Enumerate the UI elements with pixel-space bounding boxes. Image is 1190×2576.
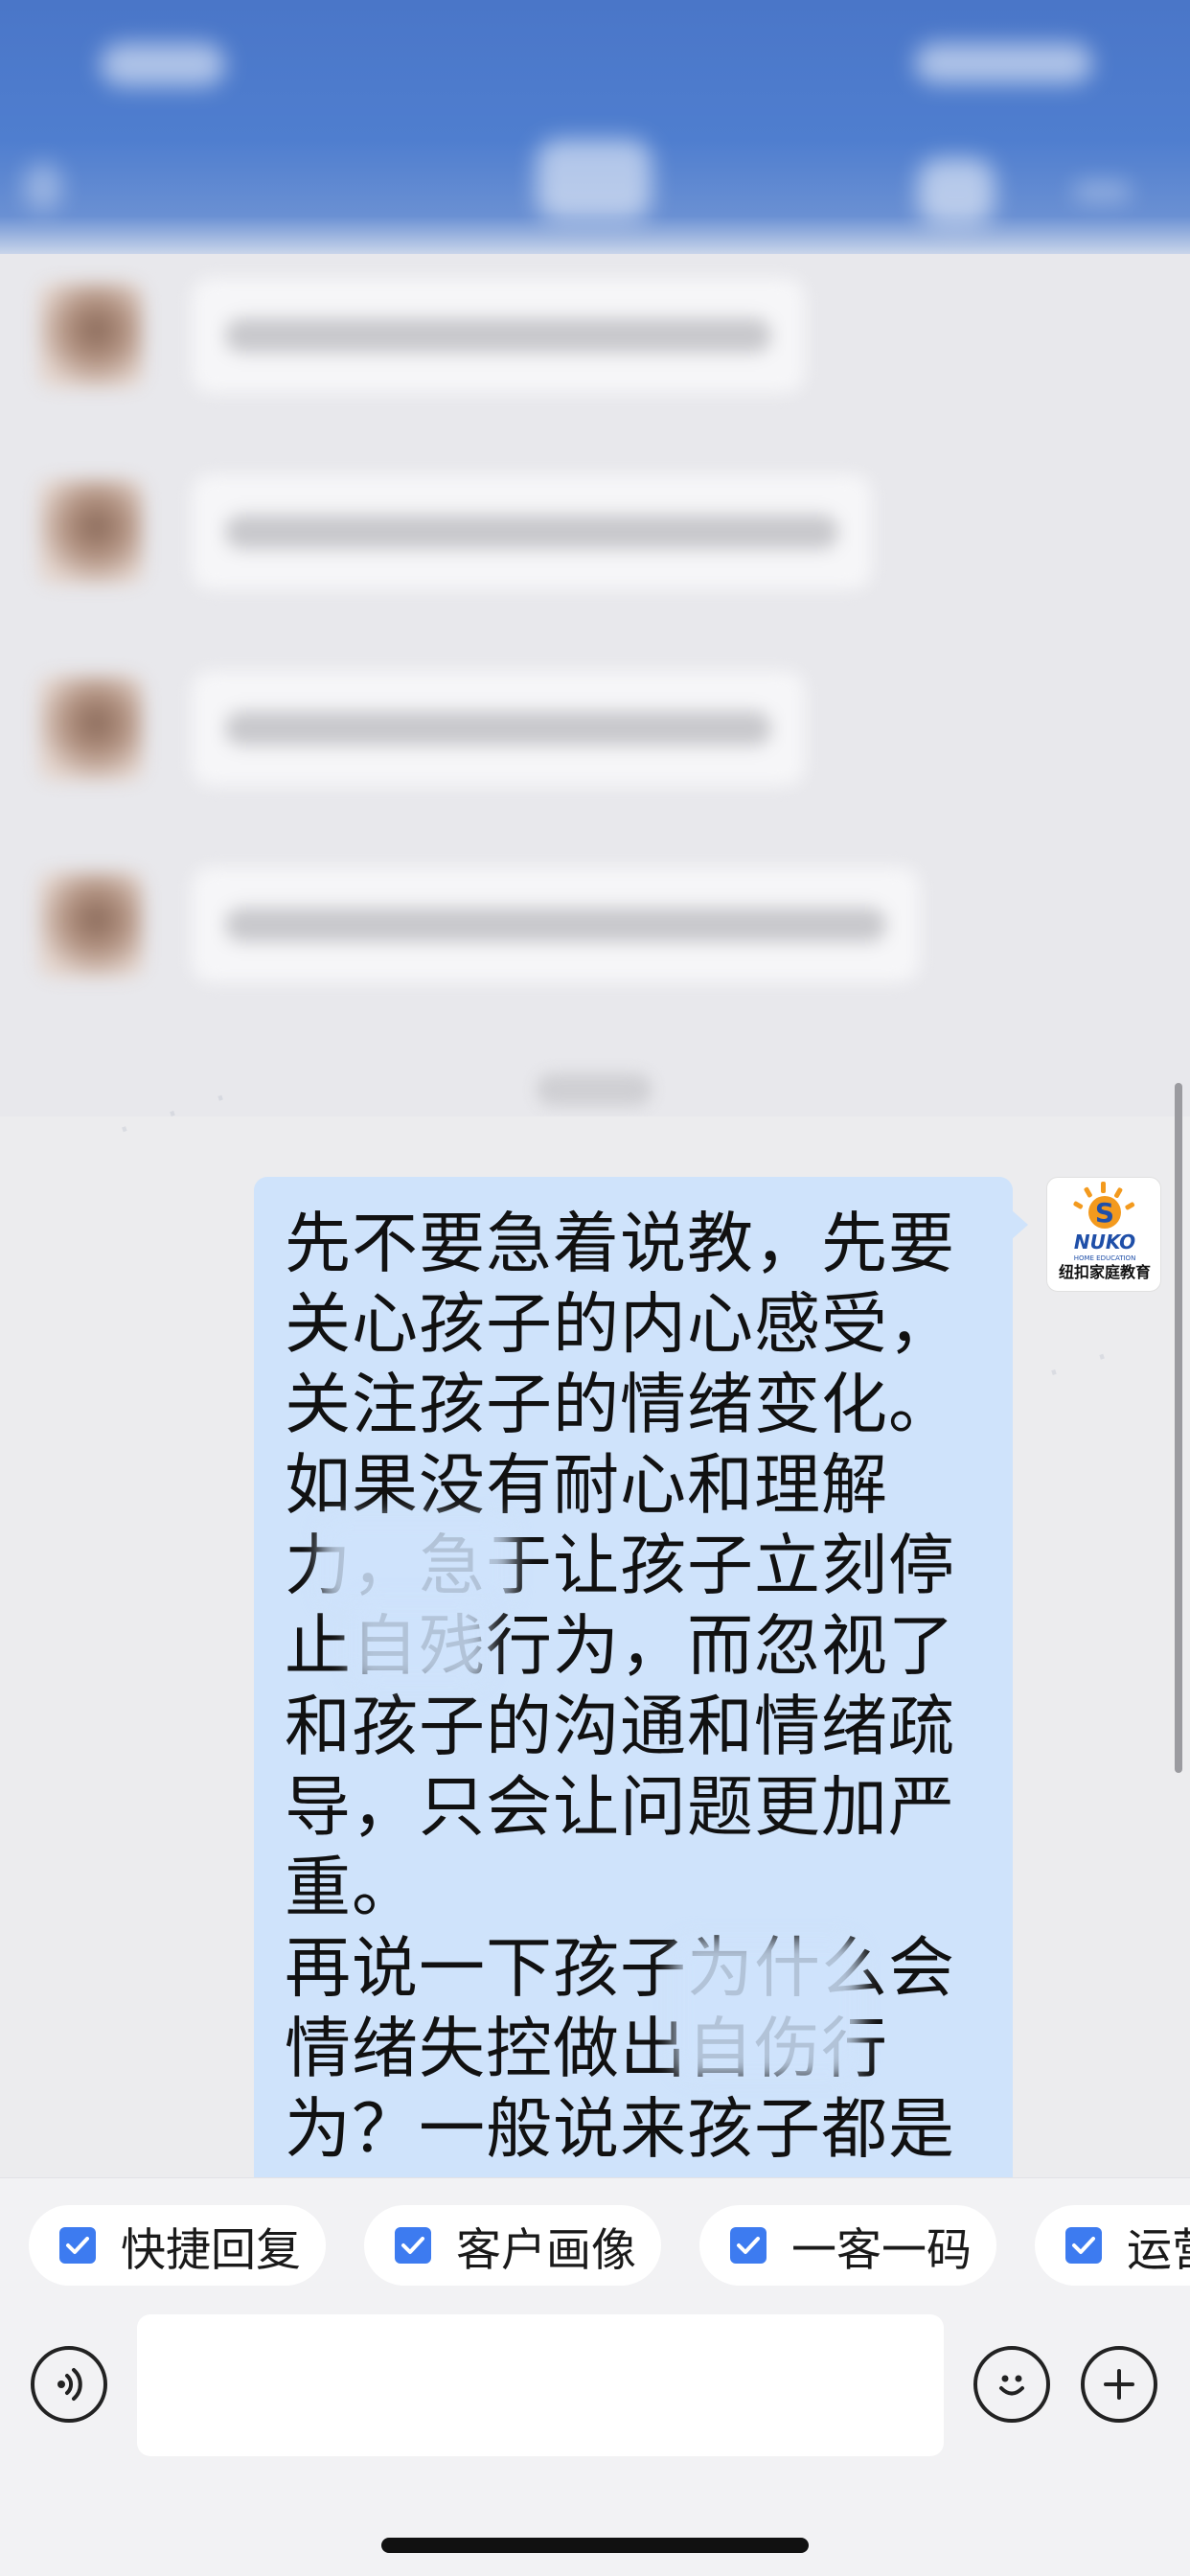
status-icons <box>915 43 1092 83</box>
message-history <box>0 254 1190 1116</box>
svg-text:S: S <box>1095 1197 1114 1229</box>
plus-icon[interactable] <box>1081 2346 1157 2423</box>
list-item <box>0 450 1190 613</box>
scrollbar[interactable] <box>1175 1083 1182 1773</box>
more-icon[interactable] <box>1073 182 1131 201</box>
list-item <box>0 843 1190 1006</box>
check-icon <box>730 2227 767 2264</box>
customer-profile-chip[interactable]: 客户画像 <box>364 2205 661 2286</box>
check-icon <box>59 2227 96 2264</box>
bubble-tail <box>1011 1209 1028 1240</box>
redaction <box>321 1517 513 1608</box>
redaction <box>350 1598 489 1685</box>
back-icon[interactable] <box>24 163 62 211</box>
quick-action-bar: 快捷回复 客户画像 一客一码 运营 <box>29 2205 1190 2286</box>
message-text: 先不要急着说教，先要关心孩子的内心感受， 关注孩子的情绪变化。 如果没有耐心和理… <box>285 1206 955 2168</box>
avatar[interactable] <box>38 283 144 388</box>
status-time <box>101 43 225 86</box>
chat-header <box>0 0 1190 254</box>
svg-text:纽扣家庭教育: 纽扣家庭教育 <box>1059 1263 1151 1281</box>
avatar[interactable]: S NUKO HOME EDUCATION 纽扣家庭教育 <box>1046 1177 1161 1292</box>
avatar[interactable] <box>38 479 144 585</box>
chip-label: 客户画像 <box>456 2223 636 2277</box>
chip-label: 运营 <box>1127 2223 1190 2277</box>
one-customer-one-code-chip[interactable]: 一客一码 <box>699 2205 996 2286</box>
chip-label: 快捷回复 <box>121 2223 301 2277</box>
voice-icon[interactable] <box>31 2346 107 2423</box>
svg-text:HOME EDUCATION: HOME EDUCATION <box>1074 1254 1136 1262</box>
list-item <box>0 647 1190 810</box>
chip-label: 一客一码 <box>791 2223 972 2277</box>
operations-chip[interactable]: 运营 <box>1035 2205 1190 2286</box>
redaction <box>674 1939 860 2078</box>
svg-text:NUKO: NUKO <box>1074 1230 1135 1254</box>
contact-icon[interactable] <box>918 158 995 225</box>
home-indicator[interactable] <box>381 2538 809 2553</box>
list-item <box>0 254 1190 417</box>
quick-reply-chip[interactable]: 快捷回复 <box>29 2205 326 2286</box>
chat-title <box>537 139 652 220</box>
message-bubble[interactable]: 先不要急着说教，先要关心孩子的内心感受， 关注孩子的情绪变化。 如果没有耐心和理… <box>254 1177 1013 2221</box>
timestamp <box>537 1073 652 1106</box>
input-toolbar: 快捷回复 客户画像 一客一码 运营 <box>0 2177 1190 2576</box>
emoji-icon[interactable] <box>973 2346 1050 2423</box>
avatar[interactable] <box>38 676 144 781</box>
check-icon <box>1065 2227 1102 2264</box>
nuko-logo-icon: S NUKO HOME EDUCATION 纽扣家庭教育 <box>1059 1182 1151 1281</box>
avatar[interactable] <box>38 872 144 978</box>
check-icon <box>395 2227 431 2264</box>
message-input[interactable] <box>137 2314 944 2456</box>
